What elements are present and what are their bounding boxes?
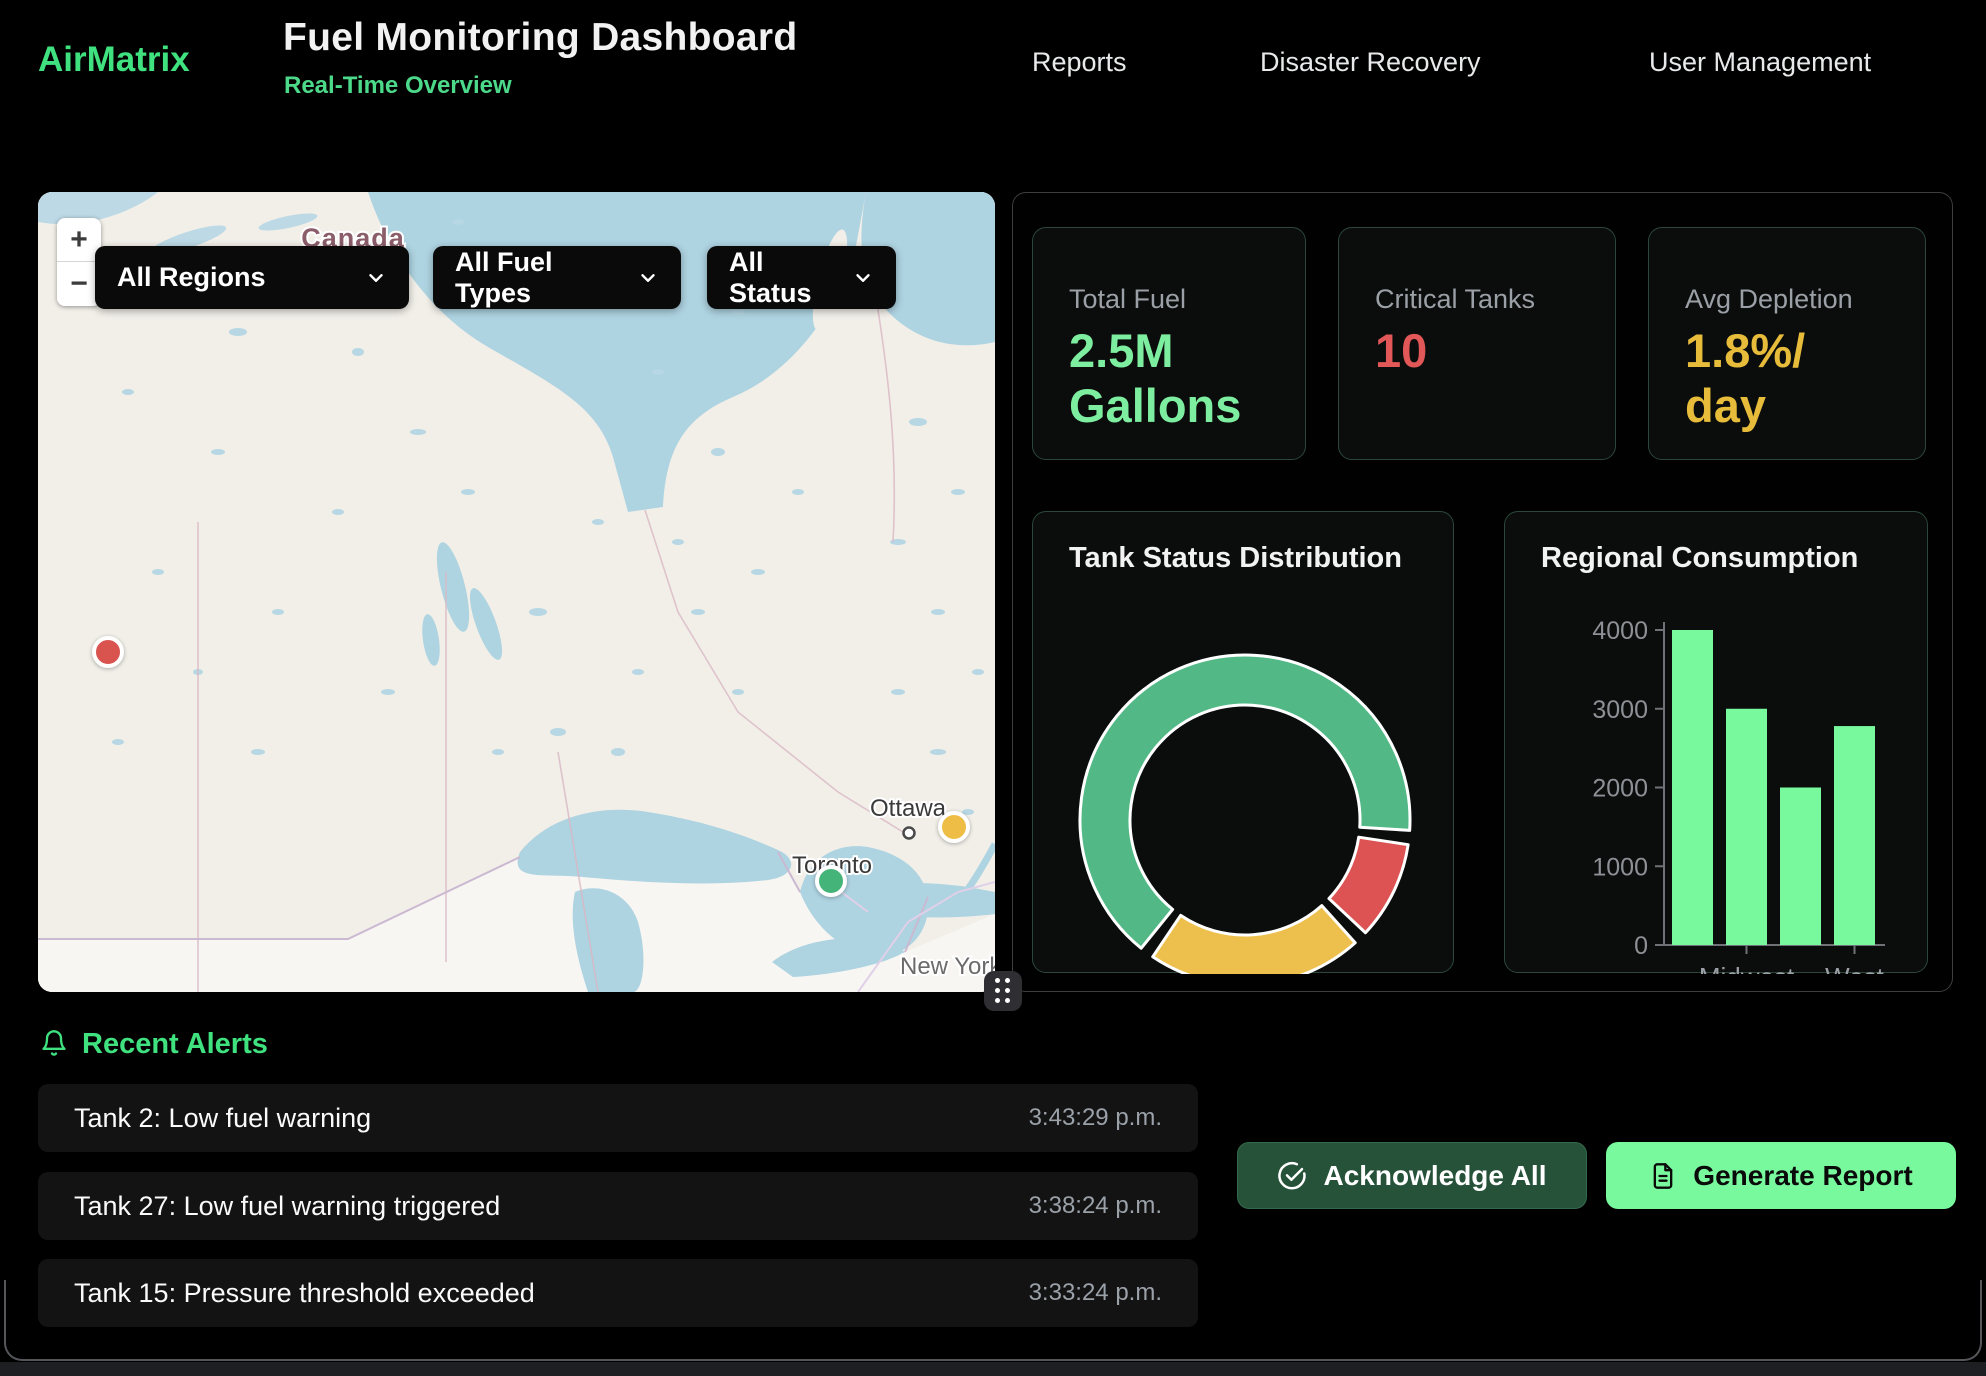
map-label-ottawa: Ottawa [870,795,947,822]
bar-chart: 0 1000 2000 3000 4000 Midwest West [1505,512,1929,974]
chart-title: Tank Status Distribution [1069,542,1402,575]
app-logo: AirMatrix [38,40,190,80]
svg-text:1000: 1000 [1592,853,1648,881]
svg-text:West: West [1825,962,1885,974]
map-label-new-york: New York [900,953,995,980]
bell-icon [40,1028,68,1063]
nav-user-management[interactable]: User Management [1649,47,1871,78]
alerts-heading: Recent Alerts [82,1028,268,1061]
check-circle-icon [1277,1161,1307,1191]
status-filter-label: All Status [729,247,834,309]
stat-card-avg-depletion: Avg Depletion 1.8%/ day [1648,227,1926,460]
page-title: Fuel Monitoring Dashboard [283,16,797,60]
stat-value: 10 [1375,323,1585,378]
svg-text:4000: 4000 [1592,617,1648,645]
svg-text:0: 0 [1634,932,1648,960]
map[interactable]: Canada Ottawa Toronto New York + − All R… [38,192,995,992]
donut-chart [1033,512,1455,974]
stat-value: 2.5M Gallons [1069,323,1279,434]
chart-title: Regional Consumption [1541,542,1858,575]
nav-reports[interactable]: Reports [1032,47,1127,78]
status-filter-dropdown[interactable]: All Status [707,246,896,309]
fuel-type-filter-label: All Fuel Types [455,247,619,309]
stats-panel: Total Fuel 2.5M Gallons Critical Tanks 1… [1012,192,1953,992]
alert-time: 3:43:29 p.m. [1029,1104,1162,1132]
tank-status-distribution-card: Tank Status Distribution [1032,511,1454,973]
stat-value: 1.8%/ day [1685,323,1895,434]
region-filter-label: All Regions [117,262,266,293]
acknowledge-all-button[interactable]: Acknowledge All [1237,1142,1587,1209]
page-subtitle: Real-Time Overview [284,72,512,100]
footer-strip [0,1362,1986,1376]
stat-card-critical-tanks: Critical Tanks 10 [1338,227,1616,460]
stat-card-total-fuel: Total Fuel 2.5M Gallons [1032,227,1306,460]
ottawa-town-dot [904,828,915,839]
nav-disaster-recovery[interactable]: Disaster Recovery [1260,47,1481,78]
alert-text: Tank 15: Pressure threshold exceeded [74,1278,535,1309]
tank-marker-critical[interactable] [92,636,124,668]
header: AirMatrix Fuel Monitoring Dashboard Real… [0,0,1986,126]
regional-consumption-card: 0 1000 2000 3000 4000 Midwest West Regional Co… [1504,511,1928,973]
alert-text: Tank 2: Low fuel warning [74,1103,371,1134]
map-canvas: Canada Ottawa Toronto New York [38,192,995,992]
alert-row[interactable]: Tank 15: Pressure threshold exceeded 3:3… [38,1259,1198,1327]
stat-label: Avg Depletion [1685,284,1925,315]
stat-label: Total Fuel [1069,284,1305,315]
svg-text:Midwest: Midwest [1699,962,1795,974]
svg-text:2000: 2000 [1592,775,1648,803]
tank-marker-warning[interactable] [938,811,970,843]
chevron-down-icon [637,267,659,289]
alert-row[interactable]: Tank 2: Low fuel warning 3:43:29 p.m. [38,1084,1198,1152]
tank-marker-normal[interactable] [815,865,847,897]
alert-row[interactable]: Tank 27: Low fuel warning triggered 3:38… [38,1172,1198,1240]
resize-handle[interactable] [984,971,1022,1011]
stat-label: Critical Tanks [1375,284,1615,315]
generate-report-label: Generate Report [1693,1160,1912,1192]
acknowledge-all-label: Acknowledge All [1323,1160,1546,1192]
chevron-down-icon [365,267,387,289]
alert-text: Tank 27: Low fuel warning triggered [74,1191,500,1222]
alert-time: 3:38:24 p.m. [1029,1192,1162,1220]
alert-time: 3:33:24 p.m. [1029,1279,1162,1307]
generate-report-button[interactable]: Generate Report [1606,1142,1956,1209]
fuel-type-filter-dropdown[interactable]: All Fuel Types [433,246,681,309]
region-filter-dropdown[interactable]: All Regions [95,246,409,309]
file-text-icon [1649,1161,1677,1191]
svg-text:3000: 3000 [1592,696,1648,724]
chevron-down-icon [852,267,874,289]
